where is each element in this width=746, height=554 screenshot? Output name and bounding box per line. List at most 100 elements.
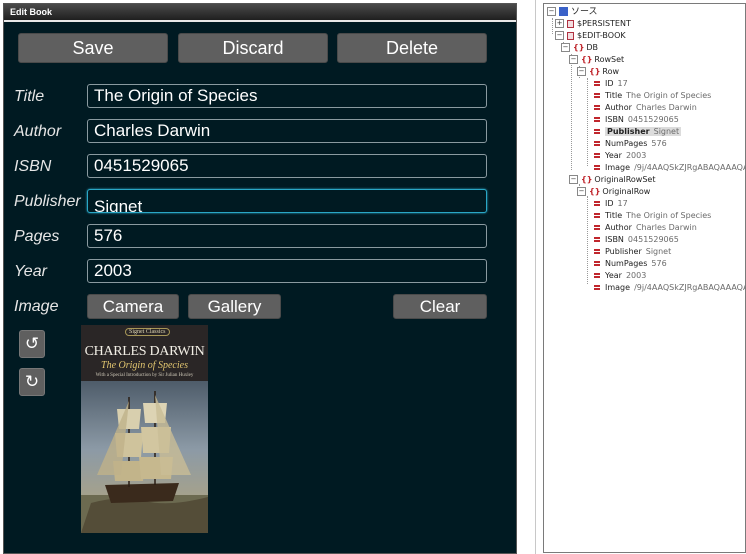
tree-leaf-name: NumPages bbox=[605, 259, 648, 268]
tree-node-rowset[interactable]: −{} RowSet bbox=[569, 54, 624, 66]
collapse-icon[interactable]: − bbox=[569, 175, 578, 184]
tree-leaf-value: 17 bbox=[617, 199, 628, 208]
tree-leaf-orig-id[interactable]: ID 17 bbox=[594, 198, 628, 210]
collapse-icon[interactable]: − bbox=[555, 31, 564, 40]
tree-leaf-orig-image[interactable]: Image/9j/4AAQSkZJRgABAQAAAQABA bbox=[594, 282, 745, 294]
tree-leaf-name: Author bbox=[605, 103, 632, 112]
property-icon bbox=[594, 225, 600, 230]
tree-leaf-value: 0451529065 bbox=[627, 115, 679, 124]
tree-leaf-orig-isbn[interactable]: ISBN 0451529065 bbox=[594, 234, 679, 246]
cover-author: CHARLES DARWIN bbox=[84, 344, 205, 359]
property-icon bbox=[594, 105, 600, 110]
tree-leaf-row-image[interactable]: Image/9j/4AAQSkZJRgABAQAAAQABA bbox=[594, 162, 745, 174]
property-icon bbox=[594, 273, 600, 278]
year-value: 2003 bbox=[94, 261, 132, 280]
tree-leaf-value: 2003 bbox=[625, 271, 647, 280]
tree-node-original-rowset[interactable]: −{} OriginalRowSet bbox=[569, 174, 655, 186]
tree-leaf-row-id[interactable]: ID 17 bbox=[594, 78, 628, 90]
collapse-icon[interactable]: − bbox=[561, 43, 570, 52]
delete-button[interactable]: Delete bbox=[337, 33, 487, 63]
expand-icon[interactable]: + bbox=[555, 19, 564, 28]
tree-leaf-orig-numpages[interactable]: NumPages 576 bbox=[594, 258, 667, 270]
collapse-icon[interactable]: − bbox=[577, 187, 586, 196]
tree-leaf-name: Image bbox=[605, 283, 631, 292]
publisher-value: Signet bbox=[94, 197, 143, 213]
camera-button[interactable]: Camera bbox=[87, 294, 179, 319]
document-icon bbox=[567, 19, 574, 28]
object-icon: {} bbox=[581, 175, 593, 184]
property-icon bbox=[594, 213, 600, 218]
tree-leaf-name: ID bbox=[605, 79, 614, 88]
rotate-right-button[interactable]: ↻ bbox=[19, 368, 45, 396]
collapse-icon[interactable]: − bbox=[547, 7, 556, 16]
title-input[interactable]: The Origin of Species bbox=[87, 84, 487, 108]
cover-badge: Signet Classics bbox=[125, 328, 170, 336]
tree-leaf-row-title[interactable]: Title The Origin of Species bbox=[594, 90, 711, 102]
tree-node-label: $EDIT-BOOK bbox=[577, 31, 626, 40]
discard-button[interactable]: Discard bbox=[178, 33, 328, 63]
edit-book-window: Edit Book Save Discard Delete Title The … bbox=[3, 3, 517, 554]
tree-leaf-value: /9j/4AAQSkZJRgABAQAAAQABA bbox=[634, 163, 745, 172]
panel-separator bbox=[535, 0, 536, 554]
collapse-icon[interactable]: − bbox=[569, 55, 578, 64]
property-icon bbox=[594, 93, 600, 98]
tree-leaf-orig-title[interactable]: Title The Origin of Species bbox=[594, 210, 711, 222]
tree-leaf-name: ID bbox=[605, 199, 614, 208]
property-icon bbox=[594, 81, 600, 86]
property-icon bbox=[594, 129, 600, 134]
tree-node-label: DB bbox=[586, 43, 599, 52]
tree-leaf-value: /9j/4AAQSkZJRgABAQAAAQABA bbox=[634, 283, 745, 292]
window-title: Edit Book bbox=[4, 4, 516, 20]
tree-node-label: $PERSISTENT bbox=[577, 19, 631, 28]
tree-node-original-row[interactable]: −{} OriginalRow bbox=[577, 186, 650, 198]
tree-leaf-value: The Origin of Species bbox=[626, 211, 712, 220]
pages-input[interactable]: 576 bbox=[87, 224, 487, 248]
tree-leaf-value: The Origin of Species bbox=[626, 91, 712, 100]
title-divider bbox=[4, 20, 516, 22]
save-button[interactable]: Save bbox=[18, 33, 168, 63]
tree-leaf-name: ISBN bbox=[605, 235, 624, 244]
tree-leaf-orig-author[interactable]: Author Charles Darwin bbox=[594, 222, 697, 234]
tree-leaf-name: Title bbox=[605, 91, 623, 100]
property-icon bbox=[594, 285, 600, 290]
tree-node-root[interactable]: − ソース bbox=[547, 6, 598, 18]
author-input[interactable]: Charles Darwin bbox=[87, 119, 487, 143]
property-icon bbox=[594, 249, 600, 254]
tree-leaf-name: Publisher bbox=[607, 127, 650, 136]
tree-node-row[interactable]: −{} Row bbox=[577, 66, 619, 78]
rotate-right-icon: ↻ bbox=[24, 372, 40, 391]
tree-leaf-row-numpages[interactable]: NumPages 576 bbox=[594, 138, 667, 150]
tree-leaf-name: Year bbox=[605, 271, 622, 280]
book-cover-image: Signet Classics CHARLES DARWIN The Origi… bbox=[81, 325, 208, 533]
tree-leaf-name: Year bbox=[605, 151, 622, 160]
tree-leaf-orig-year[interactable]: Year 2003 bbox=[594, 270, 646, 282]
publisher-input[interactable]: Signet bbox=[87, 189, 487, 213]
year-input[interactable]: 2003 bbox=[87, 259, 487, 283]
tree-node-persistent[interactable]: + $PERSISTENT bbox=[555, 18, 631, 30]
tree-node-label: ソース bbox=[571, 7, 598, 17]
tree-leaf-row-year[interactable]: Year 2003 bbox=[594, 150, 646, 162]
tree-node-editbook[interactable]: − $EDIT-BOOK bbox=[555, 30, 626, 42]
isbn-label: ISBN bbox=[14, 158, 52, 175]
object-icon: {} bbox=[589, 187, 601, 196]
tree-node-label: OriginalRowSet bbox=[594, 175, 656, 184]
tree-leaf-row-publisher[interactable]: Publisher Signet bbox=[594, 126, 682, 138]
tree-node-label: OriginalRow bbox=[602, 187, 651, 196]
gallery-button[interactable]: Gallery bbox=[188, 294, 281, 319]
rotate-left-button[interactable]: ↺ bbox=[19, 330, 45, 358]
collapse-icon[interactable]: − bbox=[577, 67, 586, 76]
tree-node-db[interactable]: −{} DB bbox=[561, 42, 598, 54]
property-icon bbox=[594, 165, 600, 170]
tree-leaf-row-author[interactable]: Author Charles Darwin bbox=[594, 102, 697, 114]
tree-leaf-name: Author bbox=[605, 223, 632, 232]
publisher-label: Publisher bbox=[14, 193, 81, 210]
tree-leaf-value: Signet bbox=[645, 247, 672, 256]
author-label: Author bbox=[14, 123, 62, 140]
tree-leaf-row-isbn[interactable]: ISBN 0451529065 bbox=[594, 114, 679, 126]
isbn-input[interactable]: 0451529065 bbox=[87, 154, 487, 178]
tree-leaf-value: Signet bbox=[653, 127, 680, 136]
tree-leaf-value: Charles Darwin bbox=[635, 103, 697, 112]
clear-button[interactable]: Clear bbox=[393, 294, 487, 319]
property-icon bbox=[594, 237, 600, 242]
tree-leaf-orig-publisher[interactable]: Publisher Signet bbox=[594, 246, 671, 258]
